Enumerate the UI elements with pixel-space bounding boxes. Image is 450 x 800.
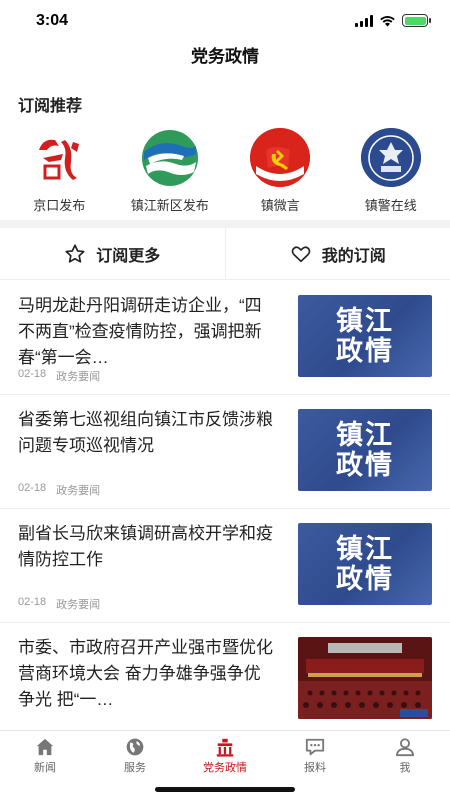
tab-me[interactable]: 我 [360,731,450,780]
tab-label: 党务政情 [203,761,247,774]
subscription-xinqu[interactable]: 镇江新区发布 [117,128,222,214]
battery-icon [402,14,431,27]
news-item[interactable]: 马明龙赴丹阳调研走访企业，“四不两直”检查疫情防控，强调把新春“第一会… 02-… [0,281,450,395]
police-badge-logo-icon [360,128,421,187]
thumbnail-text: 镇江政情 [333,534,397,594]
news-category: 政务要闻 [56,599,101,611]
heart-icon [291,245,311,262]
news-thumbnail: 镇江政情 [298,295,432,377]
home-icon [36,738,54,755]
star-icon [65,243,85,263]
my-subscriptions-button[interactable]: 我的订阅 [224,228,450,279]
signal-icon [355,14,373,27]
news-date: 02-18 [18,482,47,494]
news-title: 市委、市政府召开产业强市暨优化营商环境大会 奋力争雄争强争优争光 把“一… [18,638,273,709]
subscription-actions: 订阅更多 我的订阅 [0,228,450,280]
subscription-jingjing[interactable]: 镇警在线 [338,128,443,214]
user-icon [395,737,415,756]
tab-label: 报料 [304,761,326,774]
subscribe-more-button[interactable]: 订阅更多 [0,228,225,279]
thumb-line: 镇江政情 [336,420,394,480]
news-date: 02-18 [18,596,47,608]
subscription-label: 镇微言 [260,198,300,213]
news-title: 省委第七巡视组向镇江市反馈涉粮问题专项巡视情况 [18,410,273,455]
thumbnail-text: 镇江政情 [333,306,397,366]
status-bar: 3:04 [0,0,450,44]
tab-label: 我 [399,761,411,774]
wifi-icon [380,15,395,26]
news-meta: 02-18 政务要闻 [18,482,100,498]
status-icons [355,14,431,27]
tab-news[interactable]: 新闻 [0,731,90,780]
subscribe-more-label: 订阅更多 [96,247,161,265]
thumb-line: 镇江政情 [336,306,394,366]
party-emblem-logo-icon [250,128,311,187]
thumbnail-text: 镇江政情 [333,420,397,480]
news-title: 马明龙赴丹阳调研走访企业，“四不两直”检查疫情防控，强调把新春“第一会… [18,296,262,367]
subscription-weiyan[interactable]: 镇微言 [228,128,333,214]
tab-services[interactable]: 服务 [90,731,180,780]
battery-fill [404,16,426,25]
news-category: 政务要闻 [56,371,101,383]
subscriptions-heading: 订阅推荐 [18,98,83,115]
subscription-label: 镇江新区发布 [130,198,209,213]
my-subscriptions-label: 我的订阅 [321,247,386,265]
tab-label: 服务 [124,761,146,774]
subscription-list: 京口发布 镇江新区发布 镇微言 镇警在线 [0,128,450,214]
tab-bar: 新闻 服务 党务政情 报料 我 [0,730,450,780]
news-item[interactable]: 副省长马欣来镇调研高校开学和疫情防控工作 02-18 政务要闻 镇江政情 [0,509,450,623]
globe-icon [126,738,144,755]
news-item[interactable]: 省委第七巡视组向镇江市反馈涉粮问题专项巡视情况 02-18 政务要闻 镇江政情 [0,395,450,509]
news-thumbnail: 镇江政情 [298,523,432,605]
tab-label: 新闻 [34,761,56,774]
subscription-label: 京口发布 [33,198,86,213]
jingkou-logo-icon [29,128,90,187]
news-title: 副省长马欣来镇调研高校开学和疫情防控工作 [18,524,273,569]
subscription-jingkou[interactable]: 京口发布 [7,128,112,214]
news-meta: 02-18 政务要闻 [18,596,100,612]
building-icon [216,738,234,757]
news-meta: 02-18 政务要闻 [18,368,100,384]
subscription-label: 镇警在线 [364,198,417,213]
thumb-line: 镇江政情 [336,534,394,594]
news-list: 马明龙赴丹阳调研走访企业，“四不两直”检查疫情防控，强调把新春“第一会… 02-… [0,281,450,729]
news-item[interactable]: 市委、市政府召开产业强市暨优化营商环境大会 奋力争雄争强争优争光 把“一… [0,623,450,729]
chat-icon [305,738,325,755]
section-divider [0,220,450,228]
xinqu-logo-icon [139,128,200,187]
news-date: 02-18 [18,368,47,380]
news-thumbnail: 镇江政情 [298,409,432,491]
tab-report[interactable]: 报料 [270,731,360,780]
news-category: 政务要闻 [56,485,101,497]
page-title: 党务政情 [191,47,259,66]
status-time: 3:04 [36,12,69,29]
home-indicator[interactable] [155,787,295,792]
meeting-photo-thumbnail [298,637,432,719]
tab-party-affairs[interactable]: 党务政情 [180,731,270,780]
